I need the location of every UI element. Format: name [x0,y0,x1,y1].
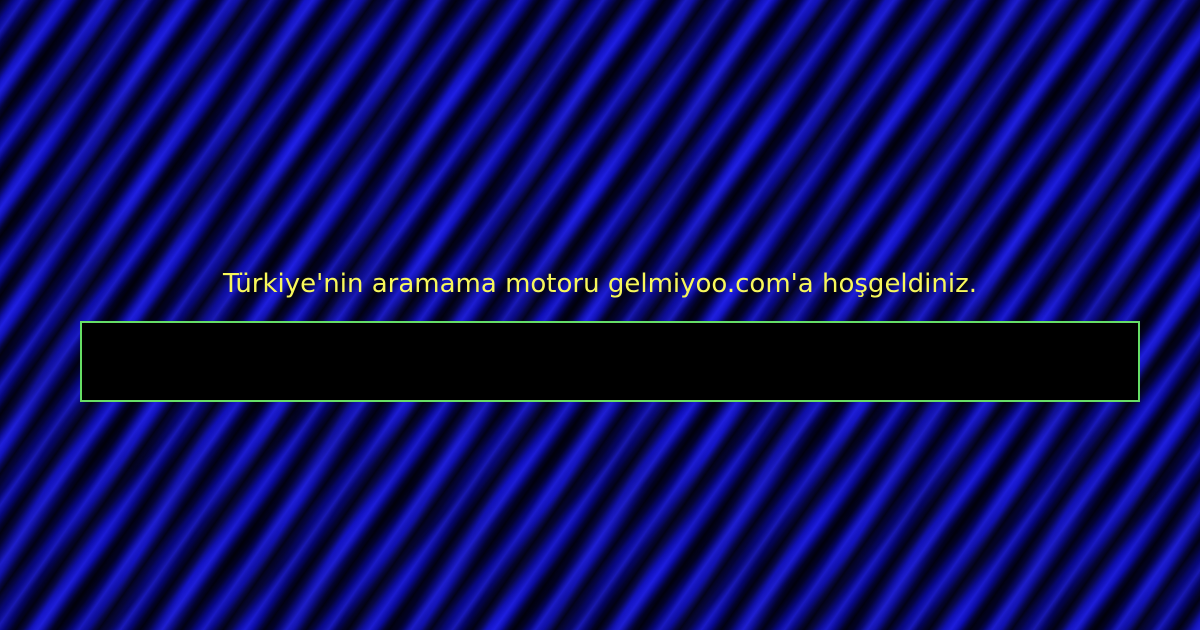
search-input[interactable] [80,321,1140,402]
page-content: Türkiye'nin aramama motoru gelmiyoo.com'… [0,0,1200,630]
welcome-heading: Türkiye'nin aramama motoru gelmiyoo.com'… [223,269,977,299]
